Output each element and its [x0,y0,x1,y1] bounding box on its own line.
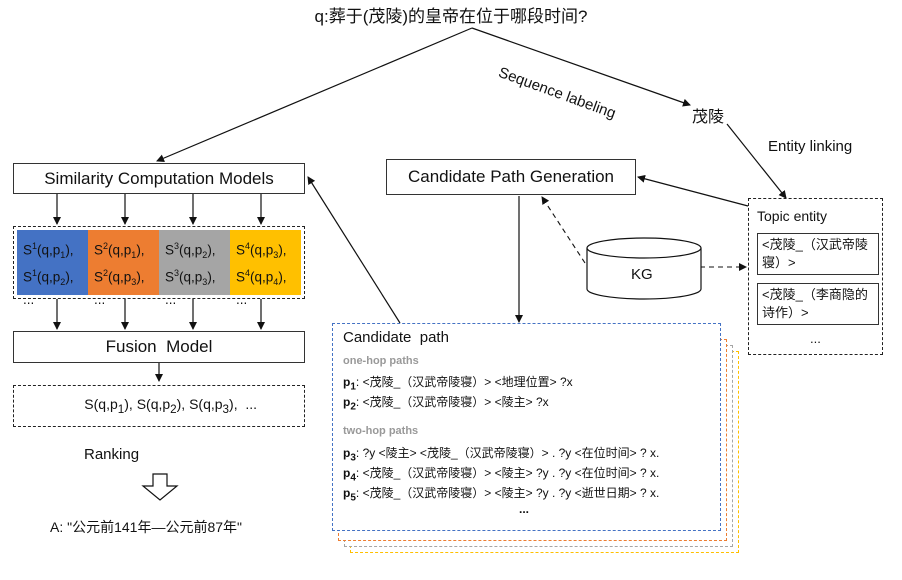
score-line: S3(q,p2), [165,241,216,261]
path-row: p4: <茂陵_（汉武帝陵寝）> <陵主> ?y . ?y <在位时间> ? x… [343,466,660,484]
candidate-path-generation-box: Candidate Path Generation [386,159,636,195]
score-line: S4(q,p3), [236,241,287,261]
similarity-models-label: Similarity Computation Models [44,168,274,188]
score-column: S4(q,p3), S4(q,p4),... [230,230,301,307]
entity-linking-label: Entity linking [768,138,853,155]
score-column: S1(q,p1), S1(q,p2),... [17,230,88,307]
score-more: ... [165,292,177,308]
topic-entity-item: <茂陵_（李商隐的诗作）> [757,283,879,325]
fused-scores-box: S(q,p1), S(q,p2), S(q,p3), ... [13,385,305,427]
arrow-kg-to-generation [541,196,586,264]
fusion-model-box: Fusion Model [13,331,305,363]
path-row: p5: <茂陵_（汉武帝陵寝）> <陵主> ?y . ?y <逝世日期> ? x… [343,486,660,504]
score-line: S1(q,p2), [23,268,74,288]
fusion-model-label: Fusion Model [105,337,213,356]
path-row: p1: <茂陵_（汉武帝陵寝）> <地理位置> ?x [343,375,573,393]
score-column: S3(q,p2), S3(q,p3),... [159,230,230,307]
question-text: q:葬于(茂陵)的皇帝在位于哪段时间? [314,7,588,26]
candidate-path-title: Candidate path [343,329,449,346]
similarity-models-box: Similarity Computation Models [13,163,305,194]
score-more: ... [23,292,35,308]
arrow-question-to-similarity [156,27,473,162]
topic-entity-more: ... [810,331,821,346]
score-line: S2(q,p1), [94,241,145,261]
score-line: S2(q,p3), [94,268,145,288]
topic-entity-box: Topic entity <茂陵_（汉武帝陵寝）> <茂陵_（李商隐的诗作）> … [748,198,883,355]
arrow-topic-to-generation [637,174,749,207]
arrow-paths-to-similarity [307,176,401,324]
answer-text: A: "公元前141年—公元前87年" [50,519,242,535]
ranking-arrow [141,473,179,501]
topic-entity-item: <茂陵_（汉武帝陵寝）> [757,233,879,275]
path-row: p3: ?y <陵主> <茂陵_（汉武帝陵寝）> . ?y <在位时间> ? x… [343,446,660,464]
arrow-mention-to-topic [726,123,787,199]
one-hop-label: one-hop paths [343,355,419,367]
path-row: p2: <茂陵_（汉武帝陵寝）> <陵主> ?x [343,395,549,413]
ranking-label: Ranking [84,446,140,463]
score-line: S4(q,p4), [236,268,287,288]
candidate-path-generation-label: Candidate Path Generation [407,167,615,186]
kg-label: KG [631,266,653,283]
score-line: S3(q,p3), [165,268,216,288]
score-column: S2(q,p1), S2(q,p3),... [88,230,159,307]
score-columns-box: S1(q,p1), S1(q,p2),... S2(q,p1), S2(q,p3),.… [13,226,305,307]
diagram: q:葬于(茂陵)的皇帝在位于哪段时间? Sequence labeling 茂陵… [0,0,902,580]
two-hop-label: two-hop paths [343,425,419,437]
score-line: S1(q,p1), [23,241,74,261]
score-more: ... [236,292,248,308]
fused-scores-text: S(q,p1), S(q,p2), S(q,p3), ... [84,396,258,416]
entity-mention: 茂陵 [692,109,725,126]
topic-entity-title: Topic entity [757,208,828,224]
candidate-path-panel: Candidate path one-hop paths p1: <茂陵_（汉武… [332,323,721,531]
score-more: ... [94,292,106,308]
candidate-paths-more: ... [519,502,530,516]
